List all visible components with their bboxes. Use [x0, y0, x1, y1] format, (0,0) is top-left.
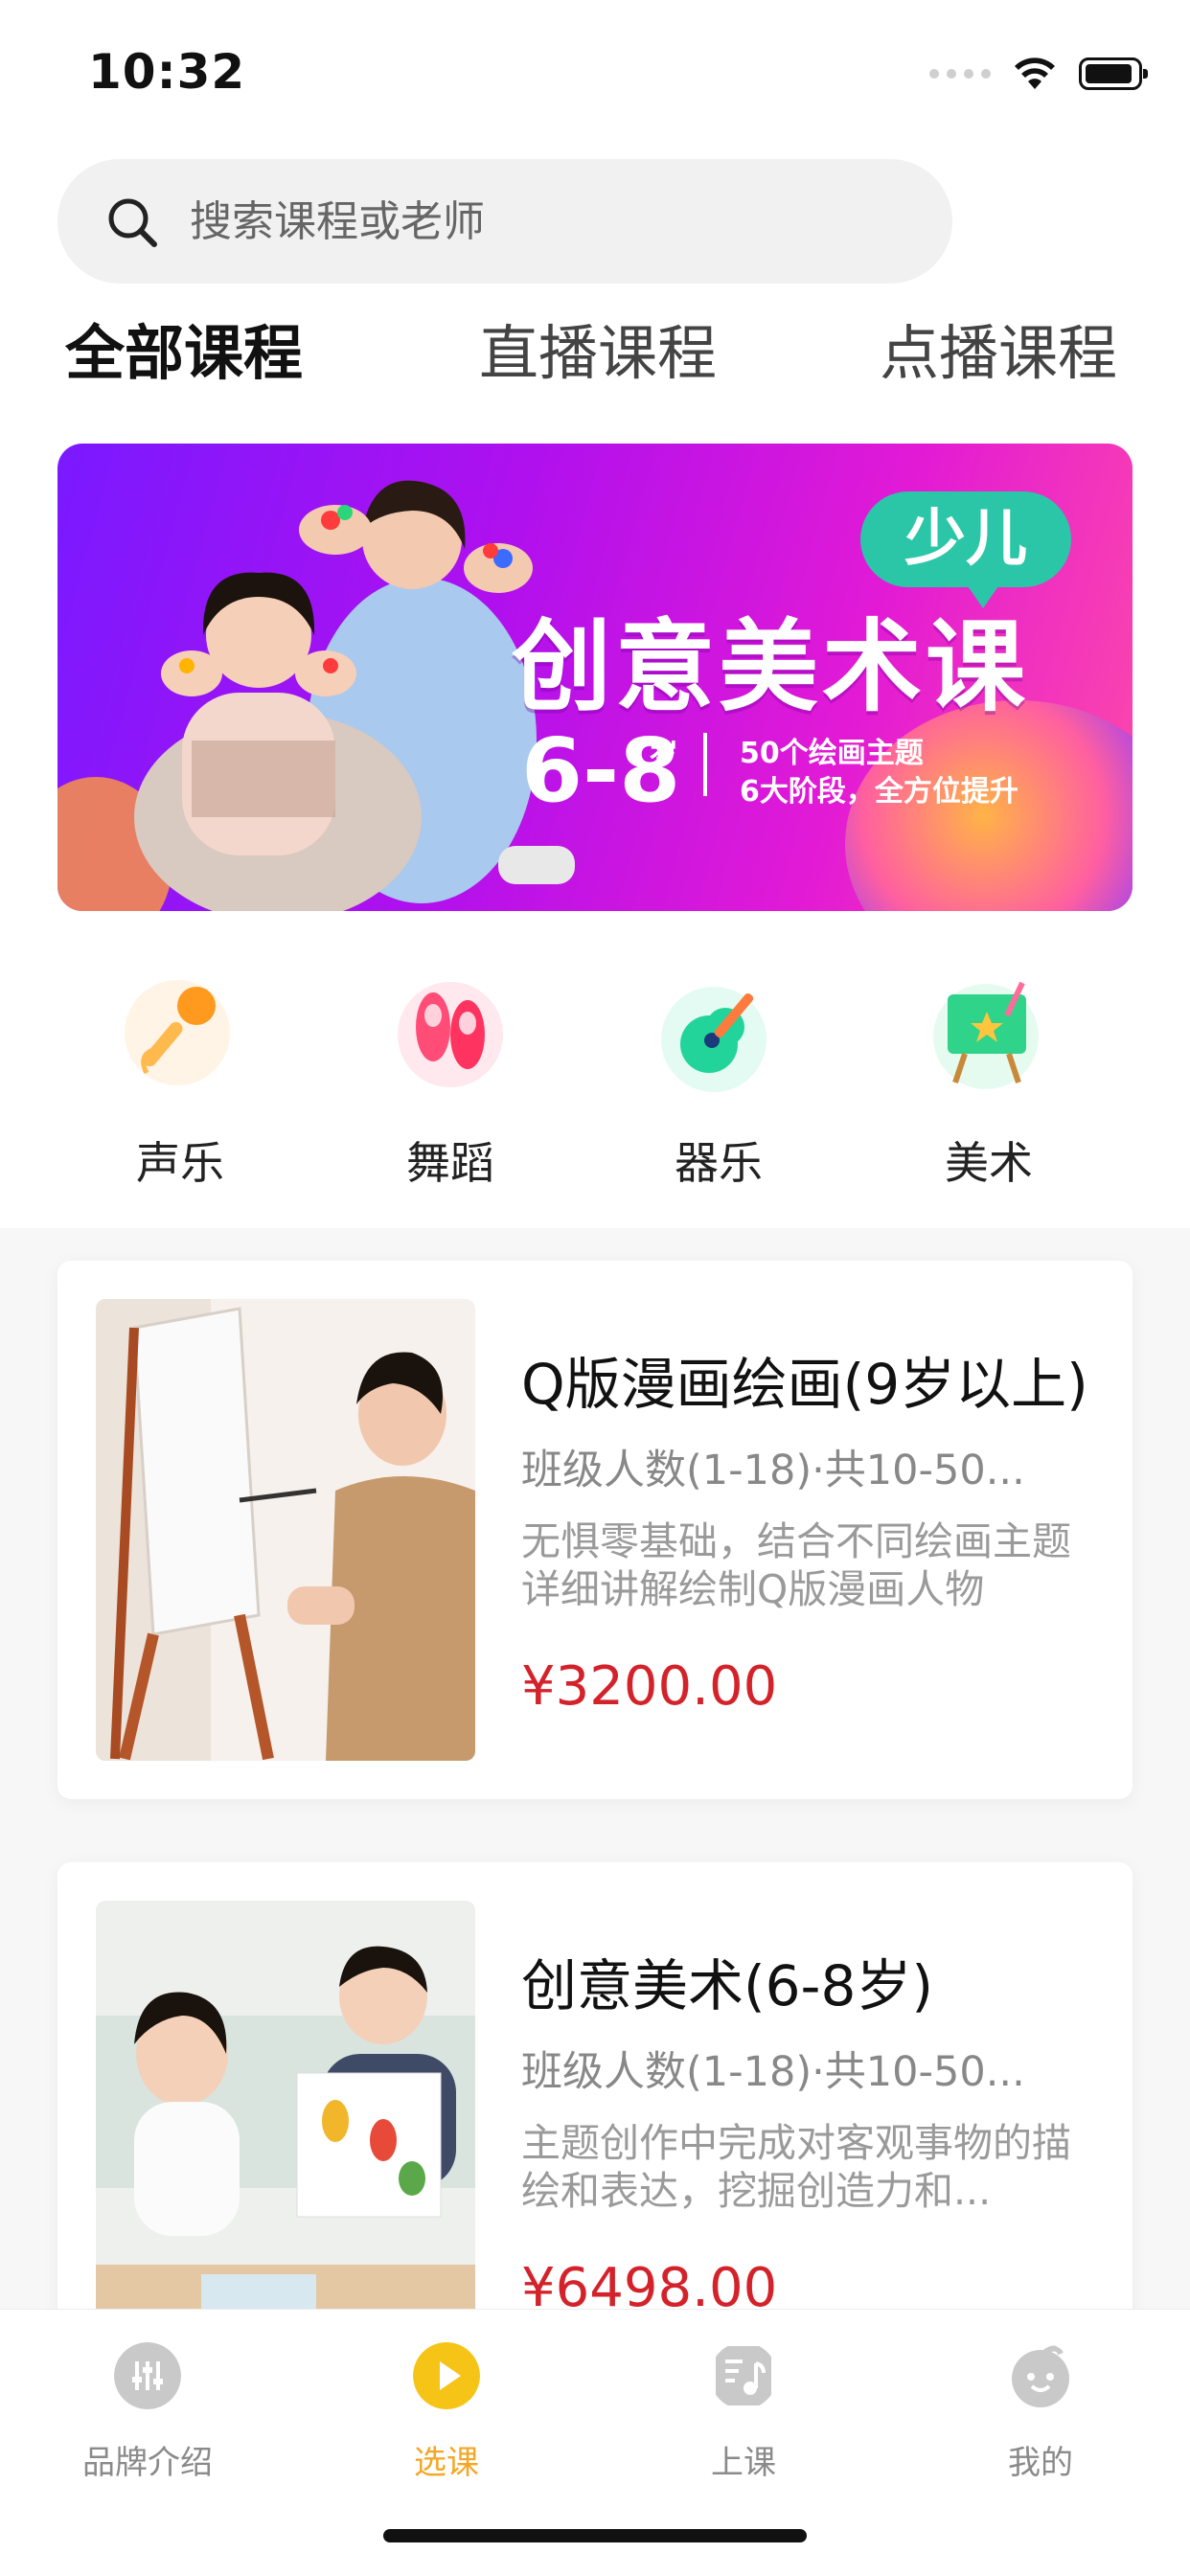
course-meta: 班级人数(1-18)·共10-50...: [521, 2048, 1025, 2096]
tabbar-item-profile[interactable]: 我的: [945, 2342, 1136, 2483]
search-icon: [108, 198, 157, 247]
tabbar-item-class[interactable]: 上课: [648, 2342, 839, 2483]
status-time: 10:32: [88, 44, 246, 100]
status-icons: [929, 52, 1148, 96]
tabbar-label: 品牌介绍: [82, 2444, 213, 2482]
category-art[interactable]: 美术: [893, 968, 1085, 1192]
course-card[interactable]: Q版漫画绘画(9岁以上) 班级人数(1-18)·共10-50... 无惧零基础，…: [57, 1261, 1133, 1799]
course-price: ¥3200.00: [521, 1655, 778, 1718]
wifi-icon: [1015, 57, 1055, 89]
ballet-shoes-icon: [398, 982, 503, 1087]
search-bar[interactable]: [57, 159, 952, 284]
banner-title: 创意美术课: [512, 608, 1030, 725]
tabbar-label: 上课: [711, 2444, 776, 2482]
course-tabs: 全部课程 直播课程 点播课程: [0, 305, 1190, 400]
banner-divider: [703, 733, 707, 796]
kids-art-photo-illustration: [96, 1901, 475, 2362]
painting-photo-illustration: [96, 1299, 475, 1761]
tab-vod-courses[interactable]: 点播课程: [880, 305, 1117, 391]
category-instrument[interactable]: 器乐: [623, 968, 814, 1192]
promo-banner[interactable]: 少儿 创意美术课 6-8 岁 50个绘画主题 6大阶段，全方位提升: [57, 444, 1133, 911]
profile-face-icon: [1012, 2345, 1069, 2407]
tab-live-courses[interactable]: 直播课程: [479, 305, 717, 391]
course-title: Q版漫画绘画(9岁以上): [521, 1352, 1088, 1417]
banner-badge: 少儿: [860, 491, 1071, 608]
tabbar-item-courses[interactable]: 选课: [351, 2342, 542, 2483]
sliders-icon: [114, 2342, 181, 2409]
cellular-signal-icon: [929, 69, 991, 79]
category-label: 美术: [945, 1137, 1033, 1189]
play-icon: [413, 2342, 480, 2409]
tab-all-courses[interactable]: 全部课程: [65, 305, 304, 391]
course-title: 创意美术(6-8岁): [521, 1953, 933, 2018]
category-label: 舞蹈: [406, 1137, 494, 1189]
course-description: 主题创作中完成对客观事物的描绘和表达，挖掘创造力和...: [521, 2120, 1071, 2214]
banner-subtitle: 50个绘画主题: [740, 737, 924, 770]
microphone-icon: [125, 980, 230, 1085]
tab-label: 全部课程: [65, 318, 304, 388]
tabbar-label: 选课: [414, 2444, 479, 2482]
course-description: 无惧零基础，结合不同绘画主题详细讲解绘制Q版漫画人物: [521, 1518, 1071, 1612]
easel-icon: [933, 981, 1039, 1089]
guitar-icon: [661, 987, 767, 1092]
music-note-icon: [716, 2346, 771, 2405]
course-thumbnail: [96, 1299, 475, 1761]
battery-icon: [1079, 57, 1148, 90]
course-meta: 班级人数(1-18)·共10-50...: [521, 1447, 1025, 1494]
banner-age-unit: 岁: [648, 737, 679, 773]
course-thumbnail: [96, 1901, 475, 2362]
tabbar-item-brand[interactable]: 品牌介绍: [52, 2342, 243, 2483]
home-indicator[interactable]: [383, 2529, 807, 2542]
category-label: 声乐: [136, 1137, 224, 1189]
search-input[interactable]: [190, 159, 918, 284]
category-dance[interactable]: 舞蹈: [355, 968, 546, 1192]
category-label: 器乐: [675, 1137, 763, 1189]
tab-label: 点播课程: [880, 318, 1118, 388]
banner-subtitle: 6大阶段，全方位提升: [740, 775, 1018, 809]
tabbar-label: 我的: [1008, 2444, 1073, 2482]
category-vocal[interactable]: 声乐: [84, 968, 276, 1192]
tab-label: 直播课程: [479, 318, 718, 388]
